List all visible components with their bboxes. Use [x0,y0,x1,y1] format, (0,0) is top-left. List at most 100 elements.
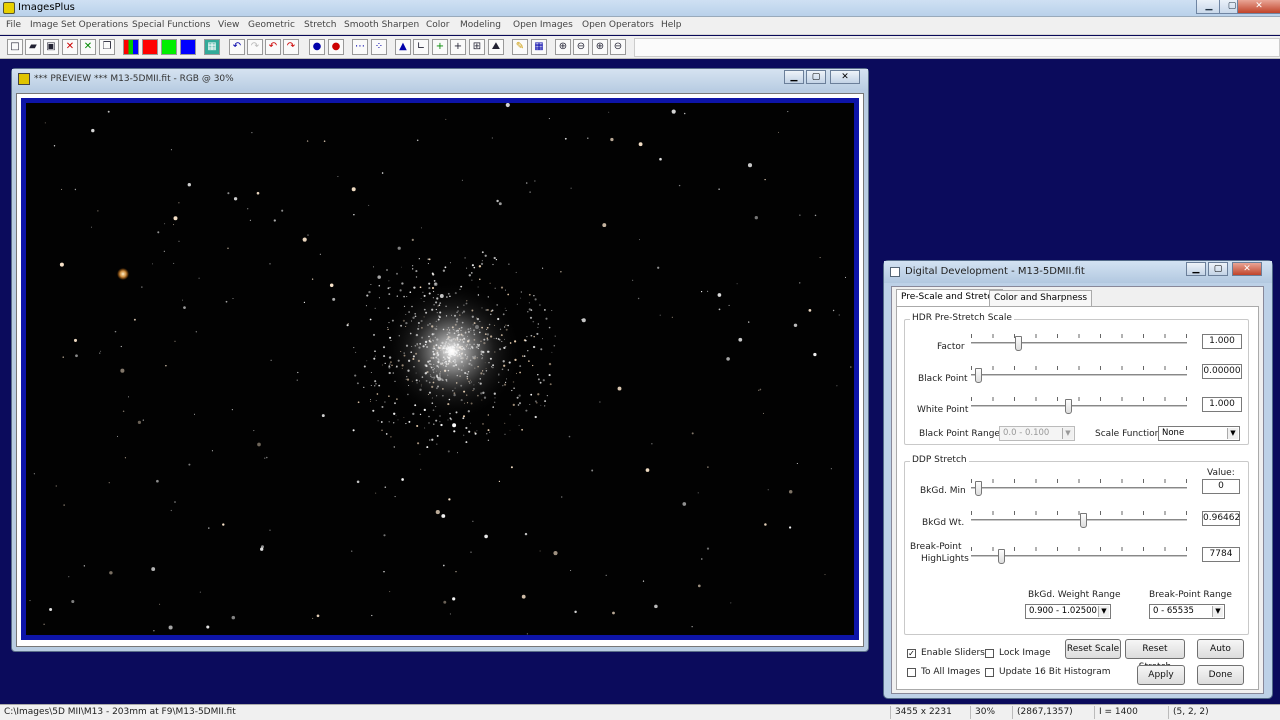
black-point-slider[interactable] [971,364,1187,384]
auto-button[interactable]: Auto [1197,639,1244,659]
dots-icon[interactable]: ⋯ [352,39,368,55]
redo-icon[interactable]: ↷ [247,39,263,55]
menu-special-functions[interactable]: Special Functions [132,20,210,30]
zoom-in-icon[interactable]: ⊕ [555,39,571,55]
menu-modeling[interactable]: Modeling [460,20,501,30]
status-rgb: (5, 2, 2) [1168,706,1280,719]
factor-slider[interactable] [971,332,1187,352]
break-point-label: Break-Point [910,542,962,552]
dialog-maximize-icon[interactable]: ▢ [1208,262,1228,276]
tab-pre-scale-and-stretch[interactable]: Pre-Scale and Stretch [896,289,1003,307]
factor-label: Factor [937,342,965,352]
digital-development-dialog: Digital Development - M13-5DMII.fit ▁ ▢ … [883,260,1273,699]
stop-icon[interactable]: ● [328,39,344,55]
new-file-icon[interactable]: □ [7,39,23,55]
toolbar-empty-area [634,38,1280,57]
bkgd-wt-slider-thumb[interactable] [1080,513,1087,528]
menu-view[interactable]: View [218,20,239,30]
red-channel-icon[interactable] [142,39,158,55]
black-point-value[interactable]: 0.00000 [1202,364,1242,379]
record-icon[interactable]: ● [309,39,325,55]
menu-geometric[interactable]: Geometric [248,20,295,30]
scale-function-select[interactable]: None ▼ [1158,426,1240,441]
break-point-range-select[interactable]: 0 - 65535 ▼ [1149,604,1225,619]
factor-value[interactable]: 1.000 [1202,334,1242,349]
bkgd-weight-range-value: 0.900 - 1.02500 [1029,606,1097,616]
to-all-images-checkbox[interactable] [907,668,916,677]
zoom-out-icon[interactable]: ⊖ [573,39,589,55]
break-point-value[interactable]: 7784 [1202,547,1240,562]
close-image-icon[interactable]: ✕ [62,39,78,55]
white-point-slider[interactable] [971,395,1187,415]
dialog-minimize-icon[interactable]: ▁ [1186,262,1206,276]
undo-all-icon[interactable]: ↶ [265,39,281,55]
preview-maximize-icon[interactable]: ▢ [806,70,826,84]
white-point-slider-thumb[interactable] [1065,399,1072,414]
image-canvas[interactable] [21,98,859,640]
white-point-value[interactable]: 1.000 [1202,397,1242,412]
dialog-close-icon[interactable]: ✕ [1232,262,1262,276]
break-point-slider[interactable] [971,545,1187,565]
axis-icon[interactable]: ∟ [413,39,429,55]
menu-open-images[interactable]: Open Images [513,20,573,30]
black-point-slider-thumb[interactable] [975,368,982,383]
close-all-icon[interactable]: ✕ [80,39,96,55]
redo-all-icon[interactable]: ↷ [283,39,299,55]
update-16bit-checkbox[interactable] [985,668,994,677]
menu-stretch[interactable]: Stretch [304,20,336,30]
zoom-actual-icon[interactable]: ⊖ [610,39,626,55]
bkgd-min-slider-thumb[interactable] [975,481,982,496]
break-point-range-label: Break-Point Range [1149,590,1232,600]
break-point-slider-thumb[interactable] [998,549,1005,564]
status-file-path: C:\Images\5D MII\M13 - 203mm at F9\M13-5… [4,707,236,717]
crosshair-icon[interactable]: + [432,39,448,55]
rgb-channels-icon[interactable] [123,39,139,55]
menu-smooth-sharpen[interactable]: Smooth Sharpen [344,20,419,30]
bkgd-min-slider[interactable] [971,477,1187,497]
apply-button[interactable]: Apply [1137,665,1185,685]
menu-image-set-operations[interactable]: Image Set Operations [30,20,128,30]
bkgd-weight-range-select[interactable]: 0.900 - 1.02500 ▼ [1025,604,1111,619]
landscape-icon[interactable]: ⛰ [488,39,504,55]
pencil-icon[interactable]: ✎ [512,39,528,55]
table-icon[interactable]: ▦ [531,39,547,55]
bkgd-wt-slider[interactable] [971,509,1187,529]
menu-color[interactable]: Color [426,20,450,30]
green-channel-icon[interactable] [161,39,177,55]
triangle-icon[interactable]: ▲ [395,39,411,55]
preview-title-bar[interactable]: *** PREVIEW *** M13-5DMII.fit - RGB @ 30… [12,69,868,91]
save-icon[interactable]: ▣ [43,39,59,55]
histogram-icon[interactable]: ▦ [204,39,220,55]
menu-open-operators[interactable]: Open Operators [582,20,654,30]
reset-stretch-button[interactable]: Reset Stretch [1125,639,1185,672]
zoom-fit-icon[interactable]: ⊕ [592,39,608,55]
open-folder-icon[interactable]: ▰ [25,39,41,55]
enable-sliders-checkbox[interactable]: ✓ [907,649,916,658]
menu-help[interactable]: Help [661,20,682,30]
toolbar: □ ▰ ▣ ✕ ✕ ❐ ▦ ↶ ↷ ↶ ↷ ● ● ⋯ ⁘ ▲ ∟ + + ⊞ … [0,36,1280,59]
lock-image-checkbox[interactable] [985,649,994,658]
chevron-down-icon: ▼ [1227,428,1238,439]
reset-scale-button[interactable]: Reset Scale [1065,639,1121,659]
menu-file[interactable]: File [6,20,21,30]
points-icon[interactable]: ⁘ [371,39,387,55]
close-icon[interactable]: ✕ [1237,0,1280,14]
copy-icon[interactable]: ❐ [99,39,115,55]
bkgd-min-value[interactable]: 0 [1202,479,1240,494]
hdr-group-label: HDR Pre-Stretch Scale [910,313,1014,323]
done-button[interactable]: Done [1197,665,1244,685]
tab-color-and-sharpness[interactable]: Color and Sharpness [989,290,1093,307]
grid-icon[interactable]: ⊞ [469,39,485,55]
factor-slider-thumb[interactable] [1015,336,1022,351]
chevron-down-icon: ▼ [1098,606,1109,617]
undo-icon[interactable]: ↶ [229,39,245,55]
crop-icon[interactable]: + [450,39,466,55]
blue-channel-icon[interactable] [180,39,196,55]
bkgd-wt-value[interactable]: 0.96462 [1202,511,1240,526]
status-image-size: 3455 x 2231 [890,706,970,719]
black-point-range-select[interactable]: 0.0 - 0.100 ▼ [999,426,1075,441]
enable-sliders-label: Enable Sliders [921,648,985,658]
dialog-title-bar[interactable]: Digital Development - M13-5DMII.fit ▁ ▢ … [884,261,1272,283]
preview-minimize-icon[interactable]: ▁ [784,70,804,84]
preview-close-icon[interactable]: ✕ [830,70,860,84]
